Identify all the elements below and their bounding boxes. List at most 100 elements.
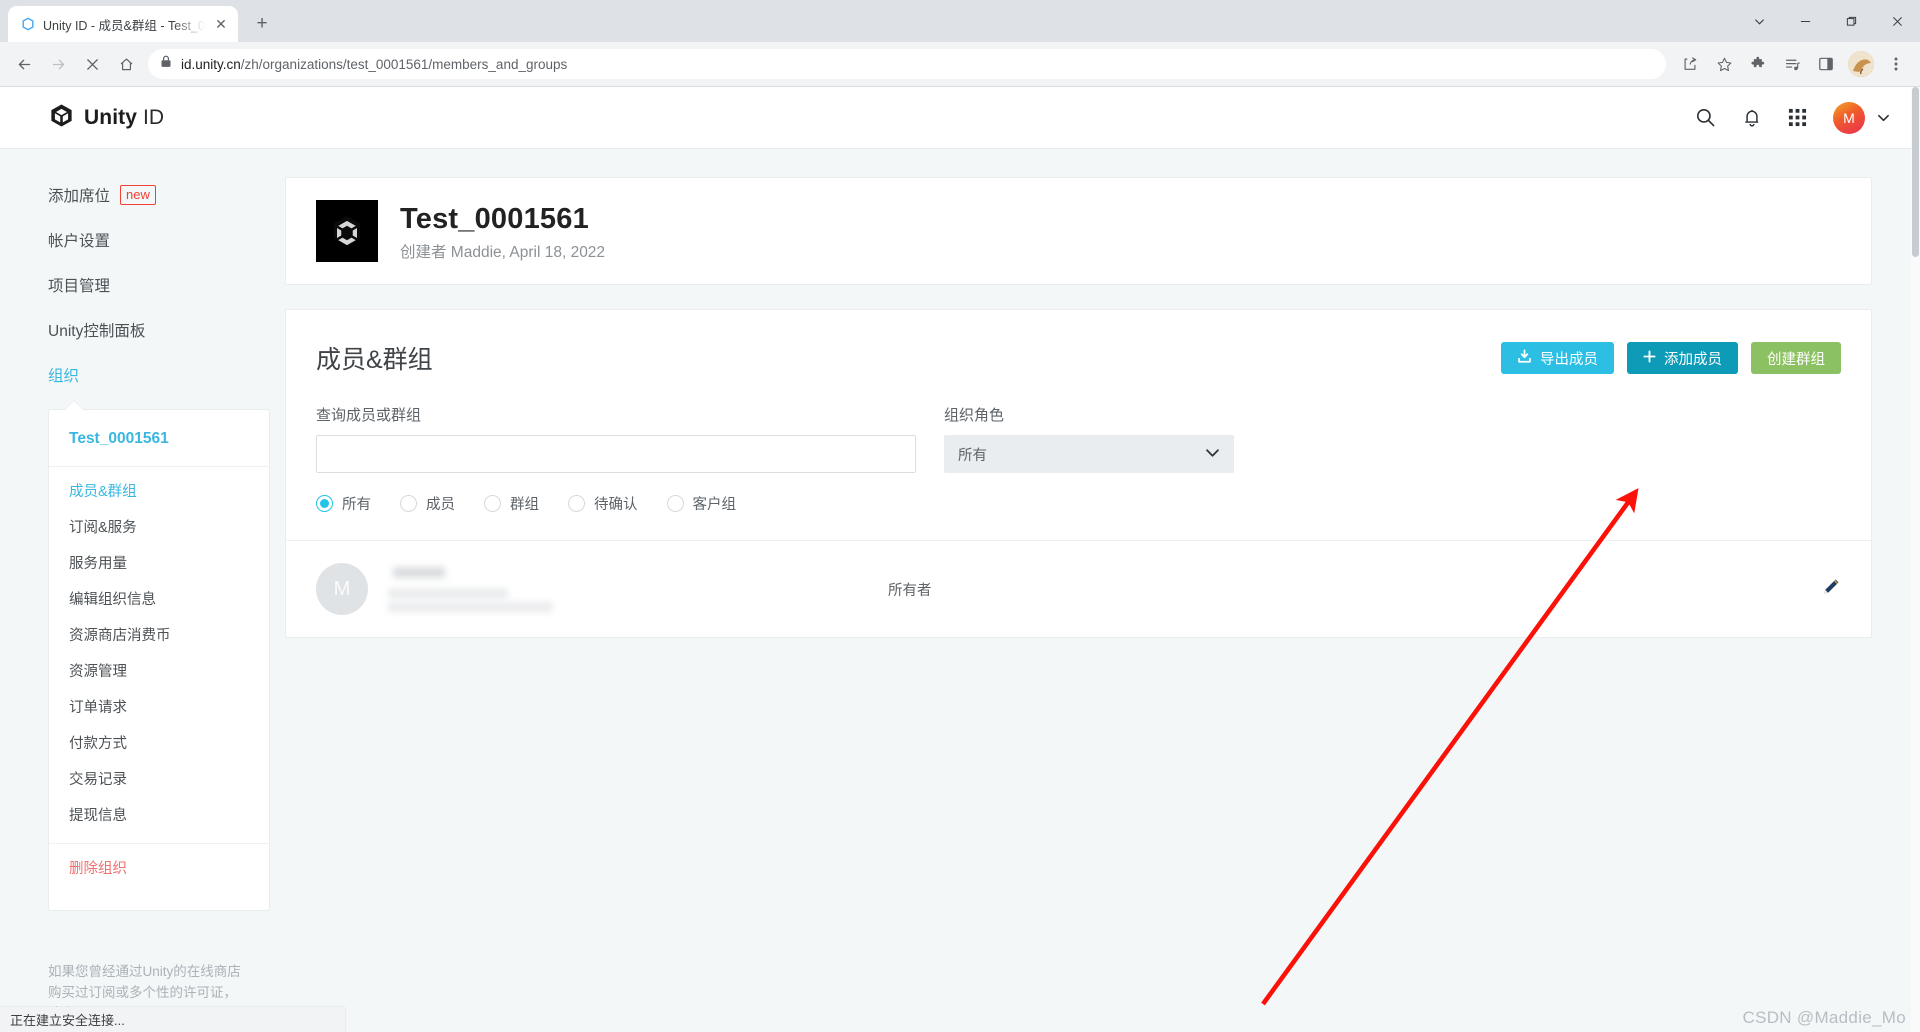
search-input[interactable] — [316, 435, 916, 473]
window-close-icon[interactable] — [1874, 0, 1920, 42]
sidebar-item-label: 帐户设置 — [48, 233, 111, 250]
bookmark-star-icon[interactable] — [1708, 48, 1740, 80]
create-group-label: 创建群组 — [1767, 351, 1825, 368]
sidebar: 添加席位 new 帐户设置 项目管理 Unity控制面板 组织 Test_000… — [0, 149, 285, 1032]
media-playlist-icon[interactable] — [1776, 48, 1808, 80]
sidebar-item-label: 添加席位 — [48, 188, 111, 205]
members-groups-card: 成员&群组 导出成员 添加成员 创建群组 查询成员或群组 组织角色 所有 所有 … — [285, 309, 1872, 638]
browser-tab[interactable]: Unity ID - 成员&群组 - Test_00 ✕ — [8, 6, 238, 42]
tab-search-chevron-icon[interactable] — [1736, 0, 1782, 42]
sidebar-item-asset-management[interactable]: 资源管理 — [49, 663, 269, 682]
members-filters: 查询成员或群组 组织角色 所有 — [286, 376, 1871, 473]
sidebar-item-payment-methods[interactable]: 付款方式 — [49, 735, 269, 754]
role-select[interactable]: 所有 — [944, 435, 1234, 473]
sidebar-item-transactions[interactable]: 交易记录 — [49, 771, 269, 790]
create-group-button[interactable]: 创建群组 — [1751, 342, 1841, 374]
search-field-wrap: 查询成员或群组 — [316, 404, 916, 473]
radio-label: 群组 — [510, 497, 539, 513]
radio-indicator — [316, 495, 333, 512]
section-title: 成员&群组 — [316, 346, 433, 374]
sidebar-org-card: Test_0001561 成员&群组 订阅&服务 服务用量 编辑组织信息 资源商… — [48, 409, 270, 911]
browser-chrome: Unity ID - 成员&群组 - Test_00 ✕ + id.unity.… — [0, 0, 1920, 87]
sidebar-item-account-settings[interactable]: 帐户设置 — [48, 229, 285, 251]
sidebar-item-unity-dashboard[interactable]: Unity控制面板 — [48, 319, 285, 341]
tab-close-icon[interactable]: ✕ — [212, 15, 230, 33]
pencil-icon — [1822, 579, 1841, 600]
radio-members[interactable]: 成员 — [400, 493, 455, 514]
csdn-watermark: CSDN @Maddie_Mo — [1742, 1008, 1906, 1027]
member-type-radio-group: 所有 成员 群组 待确认 客户组 — [286, 473, 1871, 540]
home-icon[interactable] — [110, 48, 142, 80]
sidebar-item-edit-org-info[interactable]: 编辑组织信息 — [49, 591, 269, 610]
sidebar-item-asset-store-credit[interactable]: 资源商店消费币 — [49, 627, 269, 646]
sidebar-item-label: 项目管理 — [48, 278, 111, 295]
radio-label: 客户组 — [692, 497, 737, 513]
sidebar-divider — [49, 843, 269, 844]
search-icon[interactable] — [1695, 107, 1716, 128]
logo-id-word: ID — [142, 105, 165, 129]
radio-indicator — [484, 495, 501, 512]
sidebar-item-project-management[interactable]: 项目管理 — [48, 274, 285, 296]
user-avatar[interactable]: M — [1833, 101, 1865, 134]
sidebar-item-service-usage[interactable]: 服务用量 — [49, 555, 269, 574]
side-panel-icon[interactable] — [1810, 48, 1842, 80]
radio-label: 成员 — [426, 497, 455, 513]
page-body: 添加席位 new 帐户设置 项目管理 Unity控制面板 组织 Test_000… — [0, 149, 1920, 1032]
add-member-button[interactable]: 添加成员 — [1627, 342, 1738, 374]
stop-loading-icon[interactable] — [76, 48, 108, 80]
export-members-label: 导出成员 — [1540, 351, 1598, 368]
unity-favicon-icon — [20, 16, 36, 32]
unity-logo-text: Unity ID — [84, 106, 164, 130]
address-bar[interactable]: id.unity.cn/zh/organizations/test_000156… — [148, 49, 1666, 79]
browser-status-bar: 正在建立安全连接... — [0, 1007, 345, 1032]
forward-icon — [42, 48, 74, 80]
page-scrollbar[interactable] — [1911, 87, 1920, 1032]
org-header-text: Test_0001561 创建者 Maddie, April 18, 2022 — [400, 201, 605, 262]
sidebar-item-delete-org[interactable]: 删除组织 — [49, 860, 269, 879]
sidebar-item-organizations[interactable]: 组织 — [48, 364, 285, 386]
browser-tabstrip: Unity ID - 成员&群组 - Test_00 ✕ + — [0, 0, 1920, 42]
search-field-label: 查询成员或群组 — [316, 407, 422, 424]
sidebar-item-members-groups[interactable]: 成员&群组 — [49, 483, 269, 502]
back-icon[interactable] — [8, 48, 40, 80]
org-header-card: Test_0001561 创建者 Maddie, April 18, 2022 — [285, 177, 1872, 285]
apps-grid-icon[interactable] — [1788, 108, 1807, 127]
sidebar-item-subscriptions[interactable]: 订阅&服务 — [49, 519, 269, 538]
sidebar-org-links: 成员&群组 订阅&服务 服务用量 编辑组织信息 资源商店消费币 资源管理 订单请… — [49, 467, 269, 879]
scrollbar-thumb[interactable] — [1912, 87, 1919, 257]
chrome-profile-avatar[interactable] — [1848, 51, 1874, 77]
chrome-menu-icon[interactable] — [1880, 48, 1912, 80]
new-tab-button[interactable]: + — [248, 10, 276, 38]
edit-member-button[interactable] — [1822, 577, 1841, 601]
add-member-label: 添加成员 — [1664, 351, 1722, 368]
radio-pending[interactable]: 待确认 — [568, 493, 638, 514]
radio-customer-group[interactable]: 客户组 — [666, 493, 737, 514]
browser-tab-title: Unity ID - 成员&群组 - Test_00 — [43, 18, 205, 33]
sidebar-item-label: 组织 — [48, 368, 80, 385]
export-members-button[interactable]: 导出成员 — [1501, 342, 1614, 374]
new-badge: new — [120, 185, 156, 205]
sidebar-item-withdrawal-info[interactable]: 提现信息 — [49, 807, 269, 826]
radio-label: 所有 — [342, 497, 371, 513]
chevron-down-icon[interactable] — [1877, 111, 1890, 124]
page-viewport: Unity ID M 添加席位 new 帐户设置 项目管理 Unity控制面板 … — [0, 87, 1920, 1032]
share-icon[interactable] — [1674, 48, 1706, 80]
radio-indicator — [666, 495, 684, 512]
member-identity — [388, 566, 748, 612]
site-header-actions: M — [1695, 101, 1890, 134]
toolbar-right-actions — [1674, 48, 1912, 80]
notification-bell-icon[interactable] — [1742, 107, 1762, 128]
members-list: M 所有者 — [286, 540, 1871, 637]
extensions-puzzle-icon[interactable] — [1742, 48, 1774, 80]
window-maximize-icon[interactable] — [1828, 0, 1874, 42]
radio-groups[interactable]: 群组 — [484, 493, 539, 514]
member-email-redacted-line2 — [388, 601, 553, 612]
sidebar-org-name[interactable]: Test_0001561 — [49, 410, 269, 467]
unity-logo[interactable]: Unity ID — [48, 102, 164, 134]
sidebar-item-order-requests[interactable]: 订单请求 — [49, 699, 269, 718]
sidebar-item-add-seat[interactable]: 添加席位 new — [48, 184, 285, 206]
status-bar-text: 正在建立安全连接... — [10, 1013, 125, 1028]
table-row[interactable]: M 所有者 — [286, 541, 1871, 637]
radio-all[interactable]: 所有 — [316, 493, 371, 514]
window-minimize-icon[interactable] — [1782, 0, 1828, 42]
